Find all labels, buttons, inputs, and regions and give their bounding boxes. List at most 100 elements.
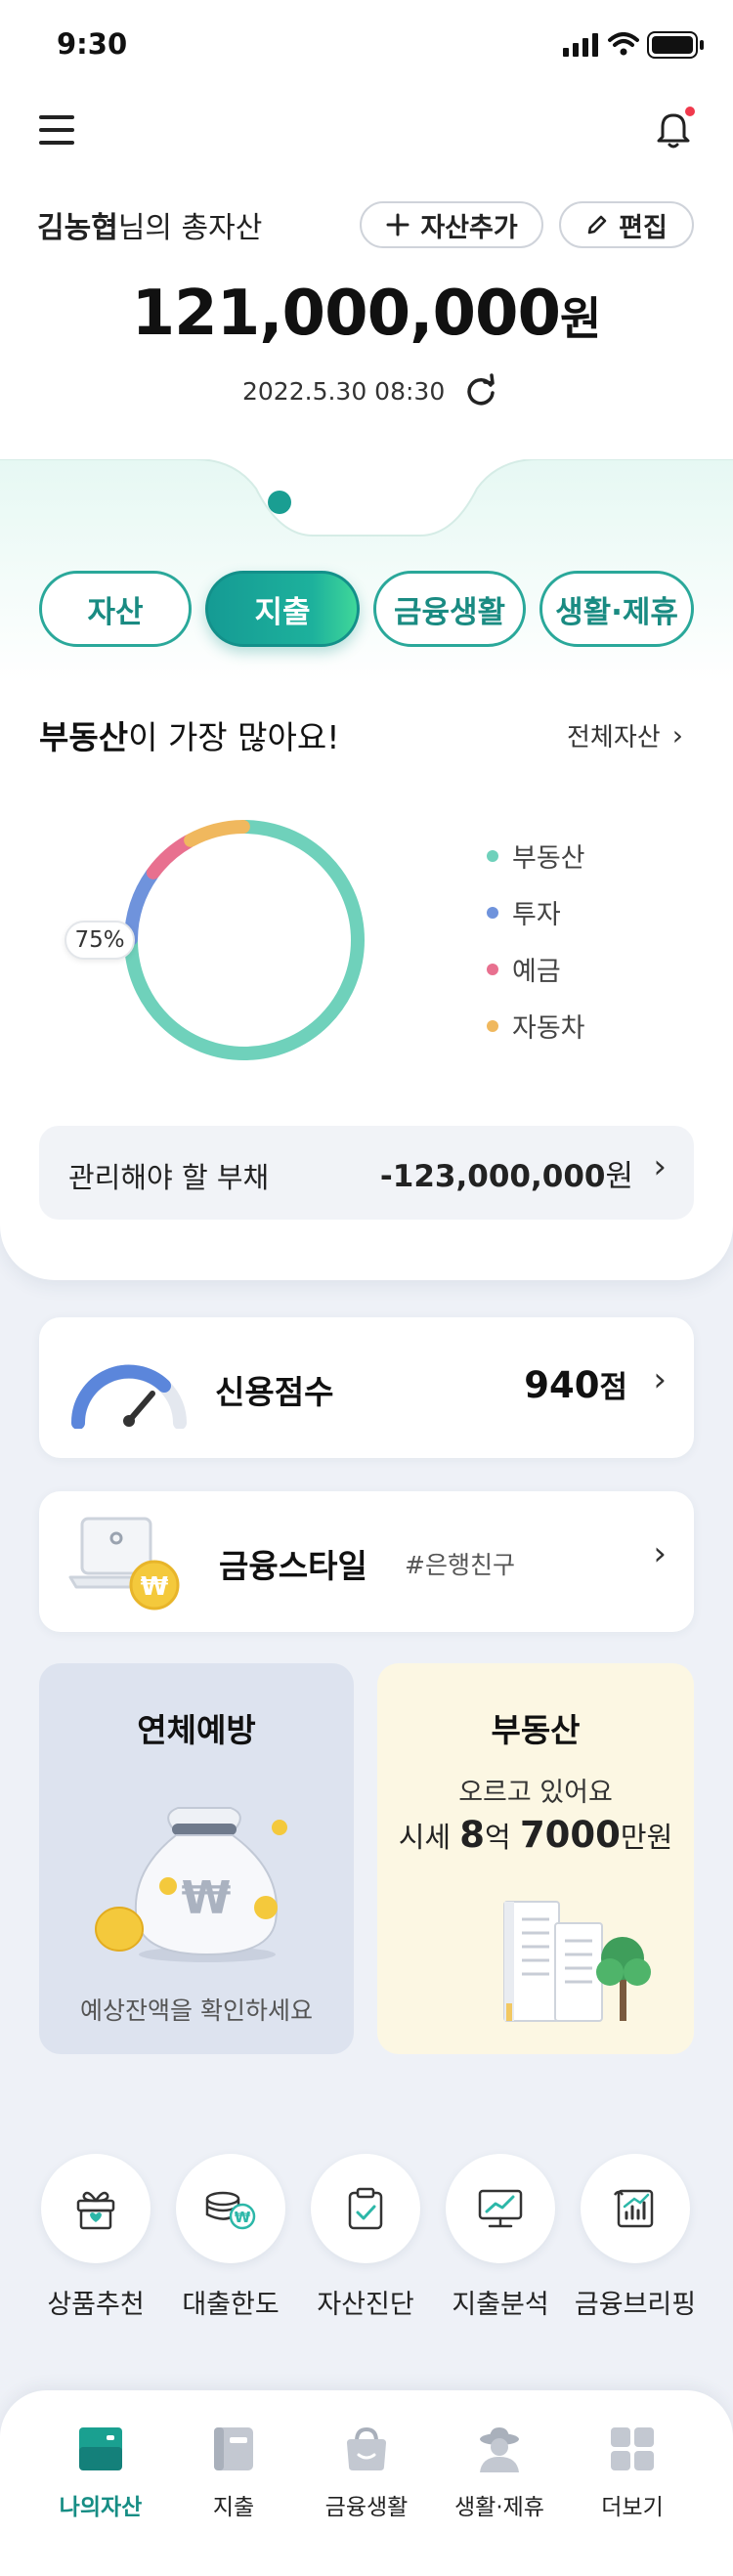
money-bag-icon: ₩ xyxy=(95,1807,287,1962)
svg-text:₩: ₩ xyxy=(235,2209,251,2226)
laptop-coin-icon: ₩ xyxy=(68,1517,180,1610)
quick-loan-limit[interactable]: ₩ xyxy=(176,2154,285,2263)
nav-label: 나의자산 xyxy=(59,2495,143,2520)
chevron-right-icon: › xyxy=(671,719,683,751)
price-num2: 7000 xyxy=(519,1814,621,1856)
tab-spending[interactable]: 지출 xyxy=(205,571,360,647)
svg-text:₩: ₩ xyxy=(141,1572,169,1602)
real-estate-card[interactable]: 부동산 오르고 있어요 시세 8억 7000만원 xyxy=(377,1663,694,2054)
edit-button[interactable]: 편집 xyxy=(559,201,694,248)
total-amount: 121,000,000 xyxy=(131,278,561,350)
battery-icon xyxy=(647,31,704,59)
quick-product-recommend[interactable] xyxy=(41,2154,151,2263)
nav-more[interactable]: 더보기 xyxy=(569,2424,696,2521)
debt-amount: -123,000,000원 xyxy=(380,1151,633,1195)
legend-label: 투자 xyxy=(512,900,561,930)
quick-financial-briefing[interactable] xyxy=(581,2154,690,2263)
legend-dot xyxy=(487,849,498,862)
nav-life-partnership[interactable]: 생활·제휴 xyxy=(436,2424,563,2521)
wallet-icon xyxy=(79,2427,122,2470)
tab-life-partnership[interactable]: 생활·제휴 xyxy=(539,571,694,647)
credit-score-unit: 점 xyxy=(599,1370,627,1405)
price-num1: 8 xyxy=(459,1814,486,1856)
pencil-icon xyxy=(587,215,607,235)
price-unit1: 억 xyxy=(485,1821,520,1854)
nav-financial-life[interactable]: 금융생활 xyxy=(303,2424,430,2521)
donut-slice-car xyxy=(184,820,250,847)
timestamp: 2022.5.30 08:30 xyxy=(242,377,446,406)
legend-item: 부동산 xyxy=(487,837,585,875)
chevron-right-icon: › xyxy=(653,1147,667,1186)
summary-headline: 부동산이 가장 많아요! xyxy=(39,711,339,758)
tab-financial-life-label: 금융생활 xyxy=(393,594,506,630)
tab-asset-label: 자산 xyxy=(87,594,144,630)
signal-icon xyxy=(563,33,598,57)
real-estate-price: 시세 8억 7000만원 xyxy=(377,1814,694,1856)
price-prefix: 시세 xyxy=(398,1821,460,1854)
quick-asset-diagnosis[interactable] xyxy=(311,2154,420,2263)
user-name: 김농협 xyxy=(37,211,118,245)
chevron-right-icon: › xyxy=(653,1534,667,1573)
nav-my-assets[interactable]: 나의자산 xyxy=(37,2424,164,2521)
person-hat-icon xyxy=(480,2427,519,2472)
legend-item: 예금 xyxy=(487,950,561,988)
refresh-icon[interactable] xyxy=(463,373,498,408)
assets-title: 김농협님의 총자산 xyxy=(37,203,262,246)
notebook-icon xyxy=(214,2427,253,2470)
overdue-prevention-card[interactable]: 연체예방 ₩ 예상잔액을 확인하세요 xyxy=(39,1663,354,2054)
gift-icon xyxy=(76,2191,115,2230)
legend-item: 투자 xyxy=(487,893,561,931)
overdue-subtitle: 예상잔액을 확인하세요 xyxy=(80,1996,313,2025)
all-assets-link[interactable]: 전체자산 › xyxy=(567,717,683,753)
nav-spending[interactable]: 지출 xyxy=(170,2424,297,2521)
debt-row[interactable]: 관리해야 할 부채 -123,000,000원 › xyxy=(39,1126,694,1220)
legend-dot xyxy=(487,1019,498,1032)
legend-item: 자동차 xyxy=(487,1007,585,1045)
tab-financial-life[interactable]: 금융생활 xyxy=(373,571,526,647)
add-asset-button[interactable]: 자산추가 xyxy=(360,201,543,248)
summary-headline-bold: 부동산 xyxy=(39,718,129,756)
shopping-bag-icon xyxy=(347,2426,386,2470)
total-currency: 원 xyxy=(560,292,602,345)
building-icon xyxy=(503,1901,651,2022)
wave-divider xyxy=(0,459,733,537)
tab-life-partnership-label: 생활·제휴 xyxy=(555,594,678,630)
hamburger-icon[interactable] xyxy=(39,113,76,147)
credit-score-card[interactable]: 신용점수 940점 › xyxy=(39,1317,694,1458)
gauge-icon xyxy=(70,1364,187,1429)
quick-label: 대출한도 xyxy=(182,2290,280,2320)
status-time: 9:30 xyxy=(57,27,128,61)
monitor-chart-icon xyxy=(478,2189,523,2228)
coins-icon: ₩ xyxy=(205,2191,256,2230)
quick-label: 자산진단 xyxy=(317,2290,414,2320)
quick-spending-analysis[interactable] xyxy=(446,2154,555,2263)
legend-label: 부동산 xyxy=(512,843,585,874)
nav-label: 생활·제휴 xyxy=(454,2495,544,2520)
quick-label: 금융브리핑 xyxy=(574,2290,697,2320)
financial-style-card[interactable]: ₩ 금융스타일 #은행친구 › xyxy=(39,1491,694,1632)
debt-label: 관리해야 할 부채 xyxy=(68,1161,270,1194)
real-estate-title: 부동산 xyxy=(491,1711,581,1749)
debt-amount-value: -123,000,000 xyxy=(379,1159,606,1194)
real-estate-line1: 오르고 있어요 xyxy=(458,1778,613,1808)
overdue-title: 연체예방 xyxy=(137,1711,256,1749)
donut-slice-deposit xyxy=(146,834,196,880)
legend-label: 자동차 xyxy=(512,1013,585,1044)
tab-asset[interactable]: 자산 xyxy=(39,571,192,647)
tab-spending-label: 지출 xyxy=(254,594,311,630)
style-tag: #은행친구 xyxy=(405,1551,515,1579)
legend-dot xyxy=(487,906,498,919)
total-assets: 121,000,000원 xyxy=(0,278,733,350)
add-asset-label: 자산추가 xyxy=(420,212,518,243)
clipboard-check-icon xyxy=(348,2187,383,2230)
credit-score-value: 940 xyxy=(524,1364,600,1406)
legend-label: 예금 xyxy=(512,957,561,987)
nav-label: 지출 xyxy=(212,2495,255,2520)
price-unit2: 만원 xyxy=(620,1821,673,1854)
svg-text:₩: ₩ xyxy=(182,1871,232,1924)
bell-icon[interactable] xyxy=(653,106,698,150)
legend-dot xyxy=(487,963,498,975)
plus-icon xyxy=(386,213,410,236)
nav-label: 금융생활 xyxy=(324,2495,409,2520)
asset-donut-chart xyxy=(124,820,365,1060)
